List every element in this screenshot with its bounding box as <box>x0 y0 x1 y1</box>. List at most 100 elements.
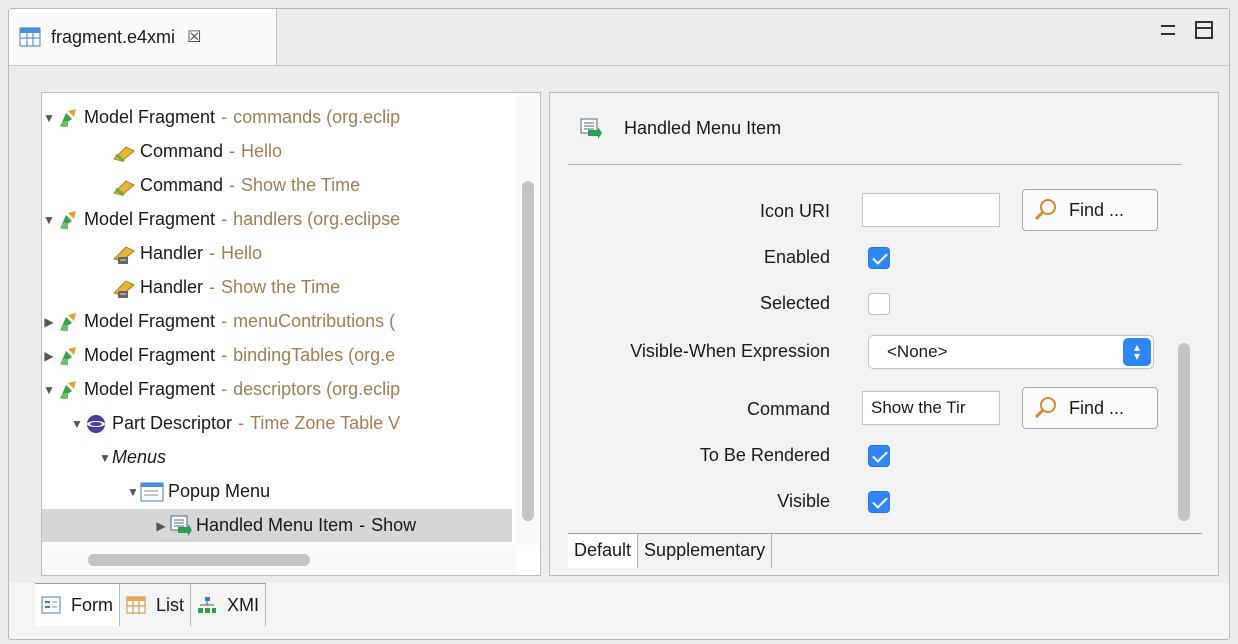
close-icon[interactable]: ☒ <box>187 27 201 47</box>
window-controls <box>1161 21 1213 39</box>
find-button-label: Find ... <box>1069 199 1125 220</box>
expand-arrow-icon[interactable]: ▶ <box>154 519 168 533</box>
tree-item-type: Model Fragment <box>84 379 216 399</box>
popup-menu-icon <box>140 482 164 501</box>
tree-item-description: descriptors (org.eclip <box>233 379 401 399</box>
tree-item-description: Show the Time <box>221 277 341 297</box>
selected-row: Selected <box>550 285 1200 325</box>
part-descriptor-icon <box>87 414 105 433</box>
tree-item-separator: - <box>359 515 366 535</box>
tree-item[interactable]: ▼ Model Fragment - commands (org.eclip <box>42 101 512 134</box>
command-label: Command <box>746 399 830 419</box>
icon-uri-find-button[interactable]: Find ... <box>1022 189 1158 231</box>
model-fragment-icon <box>60 210 76 229</box>
editor-tab-bar: fragment.e4xmi ☒ <box>9 9 1229 65</box>
selected-label: Selected <box>759 293 830 313</box>
editor-view-tabs: Form List XMI <box>35 583 267 627</box>
tree-item[interactable]: ▼ Part Descriptor - Time Zone Table V <box>42 407 512 440</box>
tree-item[interactable]: ▶ Model Fragment - bindingTables (org.e <box>42 339 512 372</box>
tree-item-description: Show <box>371 515 417 535</box>
enabled-label: Enabled <box>763 247 830 267</box>
tree-item-description: Show the Time <box>241 175 361 195</box>
tree-item[interactable]: ▼ Popup Menu <box>42 475 512 508</box>
maximize-icon[interactable] <box>1195 21 1213 39</box>
tree-vertical-scrollbar[interactable] <box>516 93 540 545</box>
minimize-icon[interactable] <box>1161 25 1175 35</box>
tab-form-label: Form <box>71 594 113 615</box>
collapse-arrow-icon[interactable]: ▼ <box>42 383 56 397</box>
tree-item[interactable]: ▼ Model Fragment - handlers (org.eclipse <box>42 203 512 236</box>
detail-vertical-scrollbar[interactable] <box>1172 193 1196 527</box>
tree-item[interactable]: ▶ Handled Menu Item - Show <box>42 509 512 542</box>
visible-when-select[interactable]: <None> ▴ ▾ <box>868 335 1154 369</box>
form-icon <box>41 596 61 614</box>
handler-icon <box>113 279 135 298</box>
tree-item-separator: - <box>229 175 236 195</box>
collapse-arrow-icon[interactable]: ▼ <box>98 451 112 465</box>
editor-content: ▼ Model Fragment - commands (org.eclip Comma… <box>9 65 1229 583</box>
tree-item-separator: - <box>229 141 236 161</box>
expand-arrow-icon[interactable]: ▶ <box>42 349 56 363</box>
tree-item[interactable]: ▼ Model Fragment - descriptors (org.eclip <box>42 373 512 406</box>
model-fragment-icon <box>60 108 76 127</box>
expand-arrow-icon[interactable]: ▶ <box>42 315 56 329</box>
tree-item-type: Handled Menu Item <box>196 515 354 535</box>
tree-item-description: commands (org.eclip <box>233 107 401 127</box>
tree-item[interactable]: Handler - Show the Time <box>42 271 512 304</box>
icon-uri-row: Icon URI Find ... <box>550 189 1200 233</box>
command-input[interactable]: Show the Tir <box>862 391 1000 425</box>
to-be-rendered-checkbox[interactable] <box>868 445 890 467</box>
tab-list-label: List <box>156 594 185 615</box>
collapse-arrow-icon[interactable]: ▼ <box>70 417 84 431</box>
collapse-arrow-icon[interactable]: ▼ <box>42 111 56 125</box>
icon-uri-input[interactable] <box>862 193 1000 227</box>
tab-supplementary[interactable]: Supplementary <box>638 534 773 568</box>
collapse-arrow-icon[interactable]: ▼ <box>42 213 56 227</box>
tree-item[interactable]: Command - Show the Time <box>42 169 512 202</box>
enabled-checkbox[interactable] <box>868 247 890 269</box>
tree-horizontal-scroll-thumb[interactable] <box>88 554 310 566</box>
visible-row: Visible <box>550 483 1200 523</box>
command-find-button[interactable]: Find ... <box>1022 387 1158 429</box>
tree-item[interactable]: Handler - Hello <box>42 237 512 270</box>
tree-item-separator: - <box>209 277 216 297</box>
to-be-rendered-label: To Be Rendered <box>699 445 830 465</box>
tab-default[interactable]: Default <box>568 534 639 568</box>
tree-item-description: Hello <box>241 141 283 161</box>
tree-item-type: Handler <box>140 243 204 263</box>
detail-vertical-scroll-thumb[interactable] <box>1178 343 1190 521</box>
editor-tab-title: fragment.e4xmi <box>51 26 176 47</box>
collapse-arrow-icon[interactable]: ▼ <box>126 485 140 499</box>
model-fragment-icon <box>60 346 76 365</box>
tree-item-description: Hello <box>221 243 263 263</box>
tree-item-type: Command <box>140 175 224 195</box>
editor-window: fragment.e4xmi ☒ ▼ Model Fragment - command… <box>8 8 1230 640</box>
tab-xmi[interactable]: XMI <box>191 584 267 626</box>
visible-checkbox[interactable] <box>868 491 890 513</box>
tab-list[interactable]: List <box>120 584 192 626</box>
tree-item[interactable]: ▼ Menus <box>42 441 512 474</box>
enabled-row: Enabled <box>550 239 1200 279</box>
tree-item-type: Handler <box>140 277 204 297</box>
tree-item-separator: - <box>221 107 228 127</box>
tab-form[interactable]: Form <box>35 584 120 626</box>
tree-item-type: Menus <box>112 447 167 467</box>
tree-item[interactable]: Command - Hello <box>42 135 512 168</box>
tree-vertical-scroll-thumb[interactable] <box>522 181 534 521</box>
tree-item[interactable]: ▶ Model Fragment - menuContributions ( <box>42 305 512 338</box>
model-tree[interactable]: ▼ Model Fragment - commands (org.eclip Comma… <box>41 92 541 576</box>
command-icon <box>113 179 135 196</box>
table-icon <box>126 596 146 614</box>
hierarchy-icon <box>198 597 217 613</box>
editor-tab[interactable]: fragment.e4xmi ☒ <box>9 9 277 65</box>
selected-checkbox[interactable] <box>868 293 890 315</box>
table-icon <box>19 27 41 47</box>
handler-icon <box>113 245 135 264</box>
tree-item-description: handlers (org.eclipse <box>233 209 401 229</box>
model-fragment-icon <box>60 380 76 399</box>
tree-item-type: Model Fragment <box>84 311 216 331</box>
tree-horizontal-scrollbar[interactable] <box>42 545 516 575</box>
visible-label: Visible <box>777 491 830 511</box>
visible-when-label: Visible-When Expression <box>630 341 830 361</box>
tree-item-type: Model Fragment <box>84 345 216 365</box>
